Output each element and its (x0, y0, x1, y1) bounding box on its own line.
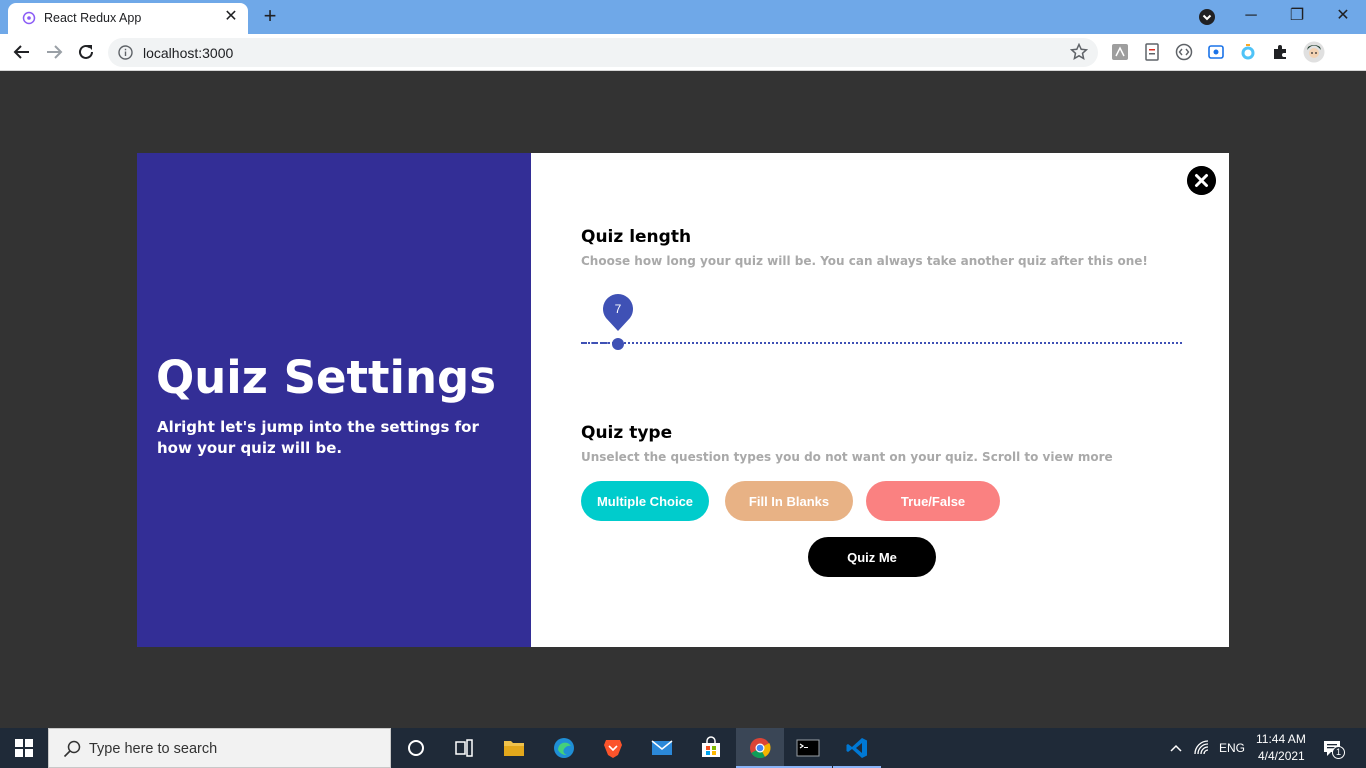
tab-search-icon[interactable] (1198, 8, 1216, 26)
arrow-left-icon (13, 45, 29, 59)
browser-tab[interactable]: React Redux App ✕ (8, 3, 248, 34)
vscode-icon[interactable] (845, 736, 869, 760)
language-indicator[interactable]: ENG (1219, 741, 1245, 755)
screen-capture-extension-icon[interactable] (1207, 43, 1225, 61)
windows-taskbar: Type here to search ENG 11:44 AM 4/4/202… (0, 728, 1366, 768)
bookmark-star-icon[interactable] (1070, 43, 1088, 61)
quiz-type-subtitle: Unselect the question types you do not w… (581, 450, 1113, 464)
quiz-settings-modal: Quiz Settings Alright let's jump into th… (137, 153, 1229, 647)
mail-icon[interactable] (650, 736, 674, 760)
multiple-choice-button[interactable]: Multiple Choice (581, 481, 709, 521)
forward-button[interactable] (42, 40, 66, 64)
profile-avatar-icon[interactable] (1303, 41, 1325, 63)
maximize-button[interactable]: ❐ (1283, 4, 1311, 28)
address-bar[interactable]: localhost:3000 (108, 38, 1098, 67)
clock-time[interactable]: 11:44 AM (1256, 732, 1306, 746)
modal-intro-panel: Quiz Settings Alright let's jump into th… (137, 153, 531, 647)
modal-description: Alright let's jump into the settings for… (157, 418, 479, 457)
quiz-length-slider[interactable]: 7 (581, 293, 1182, 363)
close-window-button[interactable]: ✕ (1329, 4, 1357, 28)
brave-browser-icon[interactable] (601, 736, 625, 760)
browser-titlebar: React Redux App ✕ + ─ ❐ ✕ (0, 0, 1366, 34)
reload-button[interactable] (74, 40, 98, 64)
slider-value-text: 7 (614, 302, 622, 316)
quiz-length-title: Quiz length (581, 227, 692, 247)
notification-count-badge: 1 (1332, 746, 1345, 759)
extensions-puzzle-icon[interactable] (1271, 43, 1289, 61)
reload-icon (79, 44, 93, 59)
quiz-type-title: Quiz type (581, 423, 673, 443)
search-placeholder: Type here to search (89, 741, 218, 757)
pdf-extension-icon[interactable] (1111, 43, 1129, 61)
new-tab-button[interactable]: + (259, 5, 281, 28)
modal-heading: Quiz Settings (156, 351, 496, 404)
browser-toolbar: localhost:3000 (0, 34, 1366, 71)
network-wifi-icon[interactable] (1192, 738, 1212, 758)
document-extension-icon[interactable] (1143, 43, 1161, 61)
info-icon[interactable] (118, 45, 133, 60)
close-modal-icon[interactable] (1187, 166, 1216, 195)
task-view-icon[interactable] (452, 736, 476, 760)
windows-logo-icon (15, 739, 33, 757)
clock-date[interactable]: 4/4/2021 (1258, 749, 1305, 763)
start-button[interactable] (0, 728, 48, 768)
microsoft-store-icon[interactable] (699, 736, 723, 760)
action-center-button[interactable]: 1 (1322, 738, 1346, 760)
react-redux-favicon-icon (22, 11, 36, 25)
chrome-icon (750, 738, 771, 759)
slider-track[interactable] (581, 342, 1182, 344)
code-extension-icon[interactable] (1175, 43, 1193, 61)
minimize-button[interactable]: ─ (1237, 4, 1265, 28)
fill-in-blanks-button[interactable]: Fill In Blanks (725, 481, 853, 521)
quiz-length-subtitle: Choose how long your quiz will be. You c… (581, 254, 1148, 268)
slider-thumb[interactable] (612, 338, 624, 350)
chevron-up-icon[interactable] (1166, 738, 1186, 758)
taskbar-search[interactable]: Type here to search (48, 728, 391, 768)
tab-close-icon[interactable]: ✕ (222, 8, 240, 26)
chrome-taskbar-button[interactable] (736, 728, 784, 768)
arrow-right-icon (47, 45, 63, 59)
true-false-button[interactable]: True/False (866, 481, 1000, 521)
cortana-icon[interactable] (404, 736, 428, 760)
file-explorer-icon[interactable] (502, 736, 526, 760)
quiz-me-button[interactable]: Quiz Me (808, 537, 936, 577)
terminal-icon[interactable] (796, 736, 820, 760)
timer-extension-icon[interactable] (1239, 43, 1257, 61)
tab-title: React Redux App (44, 11, 142, 25)
search-icon (63, 740, 81, 758)
address-url: localhost:3000 (143, 45, 234, 61)
edge-browser-icon[interactable] (552, 736, 576, 760)
back-button[interactable] (10, 40, 34, 64)
